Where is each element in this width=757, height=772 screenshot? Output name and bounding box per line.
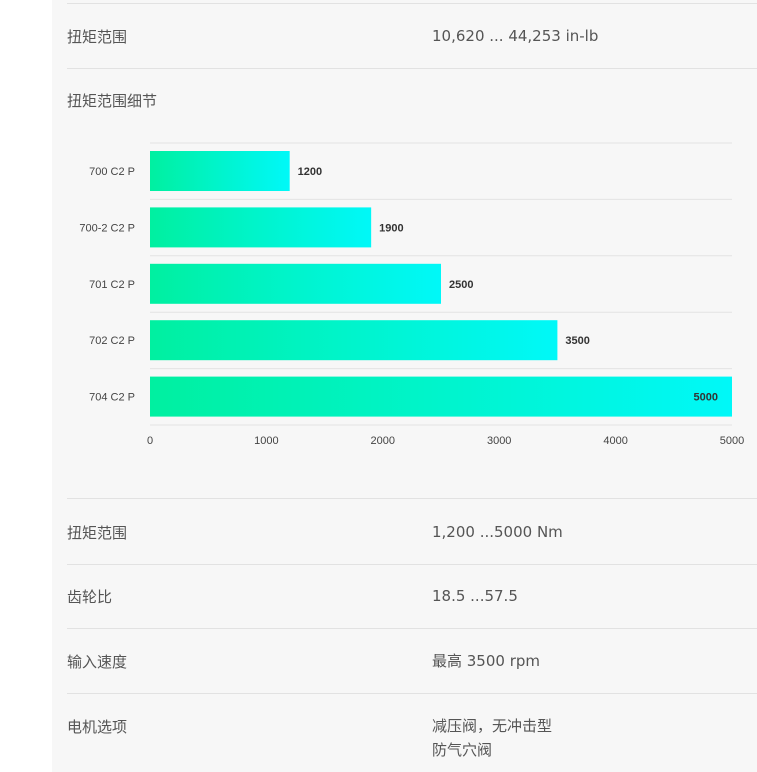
spec-value: 1,200 ...5000 Nm (432, 523, 563, 541)
spec-row-input-speed: 输入速度 最高 3500 rpm (67, 629, 757, 694)
spec-label: 输入速度 (67, 653, 128, 671)
chart-bar (150, 151, 290, 191)
chart-bar (150, 207, 372, 248)
spec-value-line: 减压阀，无冲击型 (432, 717, 553, 735)
spec-value: 最高 3500 rpm (432, 652, 541, 670)
spec-panel: 扭矩范围 10,620 ... 44,253 in-lb 扭矩范围细节 1200… (52, 0, 757, 772)
chart-x-tick-label: 4000 (603, 435, 627, 447)
spec-value: 18.5 ...57.5 (432, 587, 518, 605)
chart-x-tick-label: 1000 (254, 435, 278, 447)
chart-bar (150, 263, 441, 304)
chart-x-tick-label: 2000 (371, 435, 395, 447)
spec-label: 电机选项 (67, 718, 128, 736)
chart-category-label: 704 C2 P (89, 392, 135, 404)
spec-label: 齿轮比 (67, 588, 113, 606)
spec-value-line: 防气穴阀 (432, 741, 493, 759)
chart-x-tick-label: 5000 (720, 435, 744, 447)
chart-category-label: 702 C2 P (89, 335, 135, 347)
chart-data-label: 3500 (565, 335, 589, 347)
chart-category-label: 700 C2 P (89, 166, 135, 178)
chart-category-label: 700-2 C2 P (79, 222, 135, 234)
torque-bar-chart: 1200 1900 2500 3500 5000 700 C2 P 700-2 C2 P 7… (79, 142, 744, 447)
chart-category-label: 701 C2 P (89, 279, 135, 291)
spec-label: 扭矩范围 (67, 524, 128, 542)
spec-row-torque-nm: 扭矩范围 1,200 ...5000 Nm (67, 498, 757, 565)
spec-row-motor-options: 电机选项 减压阀，无冲击型 防气穴阀 (67, 694, 757, 772)
chart-data-label: 5000 (694, 392, 718, 404)
chart-data-label: 1200 (298, 166, 322, 178)
chart-data-label: 1900 (379, 222, 403, 234)
chart-x-tick-label: 3000 (487, 435, 511, 447)
chart-bar (150, 376, 732, 417)
chart-x-tick-label: 0 (147, 435, 153, 447)
spec-value-multiline: 减压阀，无冲击型 防气穴阀 (432, 714, 552, 762)
chart-data-label: 2500 (449, 279, 473, 291)
chart-bar (150, 320, 558, 361)
spec-row-gear-ratio: 齿轮比 18.5 ...57.5 (67, 564, 757, 629)
